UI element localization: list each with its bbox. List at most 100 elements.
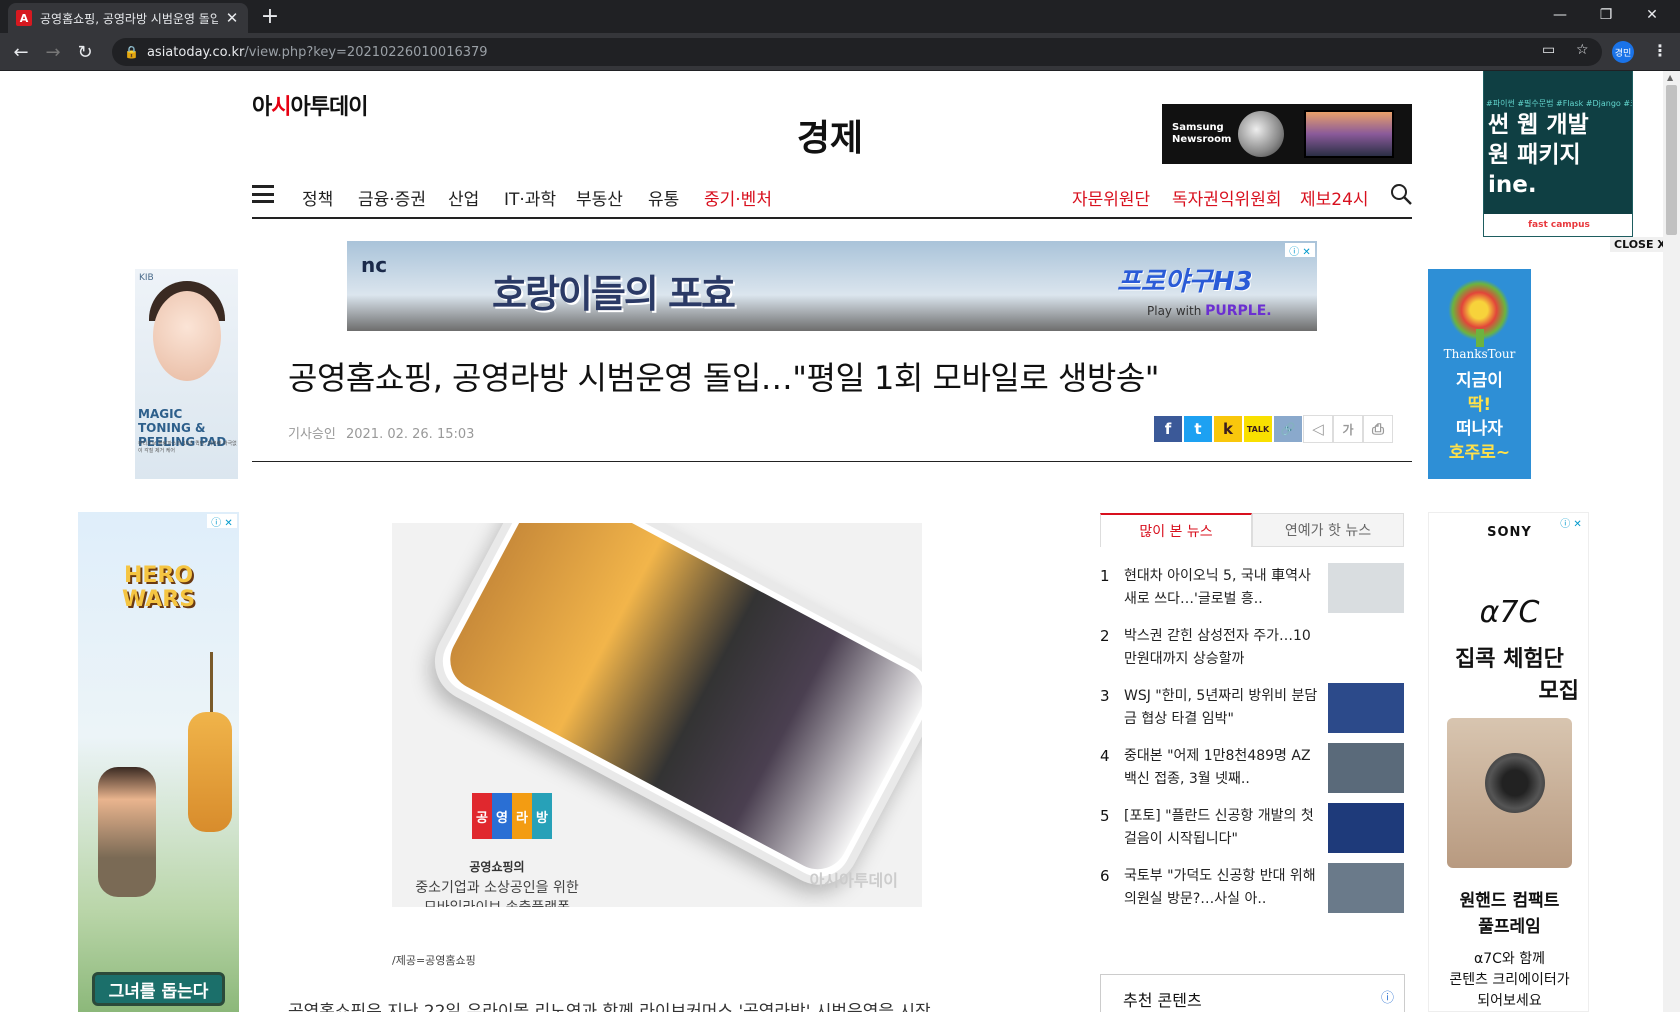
ad-choices-icon[interactable]: ⓘ ✕ (1285, 243, 1315, 258)
address-bar[interactable]: 🔒 asiatoday.co.kr /view.php?key=20210226… (112, 38, 1602, 66)
logo-char: 공 (472, 793, 492, 839)
hero-wars-cta-button[interactable]: 그녀를 돕는다 (92, 972, 225, 1006)
nc-banner-ad[interactable]: nc 호랑이들의 포효 프로야구H3 Play with PURPLE. ⓘ ✕ (347, 241, 1317, 331)
nav-item-advisors[interactable]: 자문위원단 (1072, 185, 1150, 210)
subtext-line: 콘텐츠 크리에이터가 (1449, 972, 1570, 988)
ranking-item[interactable]: 5 [포토] "플란드 신공항 개발의 첫걸음이 시작됩니다" (1100, 801, 1405, 861)
share-toolbar: f t k TALK 🔗 ◁ 가 ⎙ (1153, 415, 1393, 443)
scroll-up-icon[interactable]: ▲ (1667, 73, 1673, 82)
sony-a7c-ad[interactable]: ⓘ ✕ SONY α7C 집콕 체험단 모집 원핸드 컴팩트 풀프레임 α7C와… (1428, 512, 1589, 1012)
tab-most-viewed[interactable]: 많이 본 뉴스 (1100, 513, 1252, 547)
nav-item-sme-venture[interactable]: 중기·벤처 (704, 185, 772, 210)
nav-item-finance[interactable]: 금융·증권 (358, 185, 426, 210)
purple-logo: PURPLE. (1205, 303, 1272, 319)
profile-avatar[interactable]: 경민 (1612, 41, 1634, 63)
font-size-icon[interactable]: 가 (1333, 415, 1363, 443)
search-icon[interactable] (1390, 183, 1412, 205)
new-tab-button[interactable]: + (256, 4, 284, 30)
copy-line: 지금이 (1456, 371, 1503, 391)
scrollbar-thumb[interactable] (1666, 85, 1677, 235)
photo-caption-title: 공영쇼핑의 (469, 860, 525, 874)
maximize-button[interactable]: ❐ (1584, 0, 1628, 30)
nav-item-tip-24[interactable]: 제보24시 (1300, 185, 1369, 210)
ranking-item[interactable]: 4 중대본 "어제 1만8천489명 AZ백신 접종, 3월 넷째.. (1100, 741, 1405, 801)
tv-image (1304, 110, 1394, 158)
twitter-share-icon[interactable]: t (1183, 415, 1213, 443)
ranking-item[interactable]: 1 현대차 아이오닉 5, 국내 車역사 새로 쓰다…'글로벌 흥.. (1100, 561, 1405, 621)
fastcampus-floating-ad[interactable]: #파이썬 #필수문법 #Flask #Django #크롤링 #알고리즘 썬 웹… (1483, 71, 1633, 237)
minimize-button[interactable]: — (1538, 0, 1582, 30)
ranking-item[interactable]: 2 박스권 갇힌 삼성전자 주가…10만원대까지 상승할까 (1100, 621, 1405, 681)
ranking-thumbnail[interactable] (1328, 863, 1404, 913)
ad-choices-icon[interactable]: ⓘ ✕ (207, 514, 237, 529)
forward-button[interactable]: → (40, 39, 66, 65)
kakaotalk-share-icon[interactable]: TALK (1243, 415, 1273, 443)
ranking-thumbnail[interactable] (1328, 743, 1404, 793)
ranking-number: 4 (1100, 747, 1110, 765)
tab-title: 공영홈쇼핑, 공영라방 시범운영 돌입…"평일 1회 모바일로 생방송" (40, 11, 218, 26)
subtext-line: 되어보세요 (1477, 993, 1542, 1009)
tab-entertainment[interactable]: 연예가 핫 뉴스 (1252, 513, 1404, 547)
ranking-thumbnail[interactable] (1328, 683, 1404, 733)
back-button[interactable]: ← (8, 39, 34, 65)
cosmetics-ad[interactable]: KIB MAGIC TONING & PEELING PAD 뷰티오브 블랑파스… (135, 269, 238, 479)
print-icon[interactable]: ⎙ (1363, 415, 1393, 443)
australia-tour-ad[interactable]: ThanksTour 지금이 딱! 떠나자 호주로~ (1428, 269, 1531, 479)
nav-item-policy[interactable]: 정책 (302, 185, 333, 210)
nc-play-text: Play with (1147, 304, 1202, 318)
ranking-headline[interactable]: 현대차 아이오닉 5, 국내 車역사 새로 쓰다…'글로벌 흥.. (1124, 565, 1322, 613)
ranking-headline[interactable]: 박스권 갇힌 삼성전자 주가…10만원대까지 상승할까 (1124, 625, 1322, 673)
kakaostory-share-icon[interactable]: k (1213, 415, 1243, 443)
cosmetics-fine-print: 뷰티오브 블랑파스의 10초 퀵탄, 피부에 자극없이 각질 제거 케어 (138, 441, 237, 454)
nav-item-reader-rights[interactable]: 독자권익위원회 (1172, 185, 1281, 210)
photo-caption-body: 중소기업과 소상공인을 위한 모바일라이브 송출플랫폼 (402, 878, 592, 907)
floating-ad-close-button[interactable]: CLOSE X (1610, 237, 1670, 252)
nav-item-distribution[interactable]: 유통 (648, 185, 679, 210)
course-line: ine. (1488, 172, 1537, 198)
caption-line: 모바일라이브 송출플랫폼 (402, 898, 592, 907)
info-icon[interactable]: ⓘ (1381, 987, 1394, 1006)
thankstour-brand: ThanksTour (1443, 347, 1516, 361)
bookmark-star-icon[interactable]: ☆ (1576, 42, 1589, 58)
ranking-thumbnail[interactable] (1328, 563, 1404, 613)
page-viewport: 아시아투데이 경제 Samsung Newsroom 정책 금융·증권 산업 I… (0, 71, 1680, 1012)
ranking-thumbnail[interactable] (1328, 803, 1404, 853)
ranking-item[interactable]: 6 국토부 "가덕도 신공항 반대 위해 의원실 방문?…사실 아.. (1100, 861, 1405, 921)
nav-item-real-estate[interactable]: 부동산 (576, 185, 623, 210)
nav-item-industry[interactable]: 산업 (448, 185, 479, 210)
course-line: 썬 웹 개발 (1488, 112, 1589, 138)
tab-close-icon[interactable]: ✕ (224, 9, 240, 27)
copy-line: 딱! (1467, 395, 1492, 415)
close-window-button[interactable]: ✕ (1630, 0, 1674, 30)
model-face-image (153, 291, 221, 381)
date-label: 기사승인 (288, 427, 336, 442)
cast-icon[interactable]: ▭ (1542, 42, 1555, 58)
course-line: 원 패키지 (1488, 142, 1581, 168)
ranking-item[interactable]: 3 WSJ "한미, 5년짜리 방위비 분담금 협상 타결 임박" (1100, 681, 1405, 741)
facebook-share-icon[interactable]: f (1153, 415, 1183, 443)
browser-tab[interactable]: A 공영홈쇼핑, 공영라방 시범운영 돌입…"평일 1회 모바일로 생방송" ✕ (8, 3, 248, 33)
ranking-headline[interactable]: WSJ "한미, 5년짜리 방위비 분담금 협상 타결 임박" (1124, 685, 1322, 733)
url-host: asiatoday.co.kr (146, 44, 245, 60)
browser-menu-icon[interactable]: ⋮ (1652, 41, 1668, 60)
logo-char: 라 (512, 793, 532, 839)
ranking-headline[interactable]: 중대본 "어제 1만8천489명 AZ백신 접종, 3월 넷째.. (1124, 745, 1322, 793)
campaign-line1: 집콕 체험단 (1455, 647, 1564, 672)
site-logo[interactable]: 아시아투데이 (252, 89, 368, 121)
ranking-headline[interactable]: [포토] "플란드 신공항 개발의 첫걸음이 시작됩니다" (1124, 805, 1322, 853)
page-scrollbar[interactable]: ▲ (1663, 71, 1680, 1012)
samsung-newsroom-ad[interactable]: Samsung Newsroom (1162, 104, 1412, 164)
hero-wars-ad[interactable]: ⓘ ✕ HERO WARS 그녀를 돕는다 (78, 512, 239, 1012)
nav-item-it-science[interactable]: IT·과학 (504, 185, 556, 210)
title-divider (252, 461, 1412, 462)
article-photo[interactable]: 공 영 라 방 공영쇼핑의 중소기업과 소상공인을 위한 모바일라이브 송출플랫… (392, 523, 922, 907)
reload-button[interactable]: ↻ (72, 39, 98, 65)
recommended-label: 추천 콘텐츠 (1123, 991, 1202, 1010)
copy-link-icon[interactable]: 🔗 (1273, 415, 1303, 443)
browser-tabstrip: A 공영홈쇼핑, 공영라방 시범운영 돌입…"평일 1회 모바일로 생방송" ✕… (0, 0, 1680, 33)
logo-prefix: 아 (252, 95, 272, 120)
ranking-headline[interactable]: 국토부 "가덕도 신공항 반대 위해 의원실 방문?…사실 아.. (1124, 865, 1322, 913)
url-path: /view.php?key=20210226010016379 (244, 44, 488, 60)
read-aloud-icon[interactable]: ◁ (1303, 415, 1333, 443)
hamburger-menu-icon[interactable] (252, 185, 274, 203)
